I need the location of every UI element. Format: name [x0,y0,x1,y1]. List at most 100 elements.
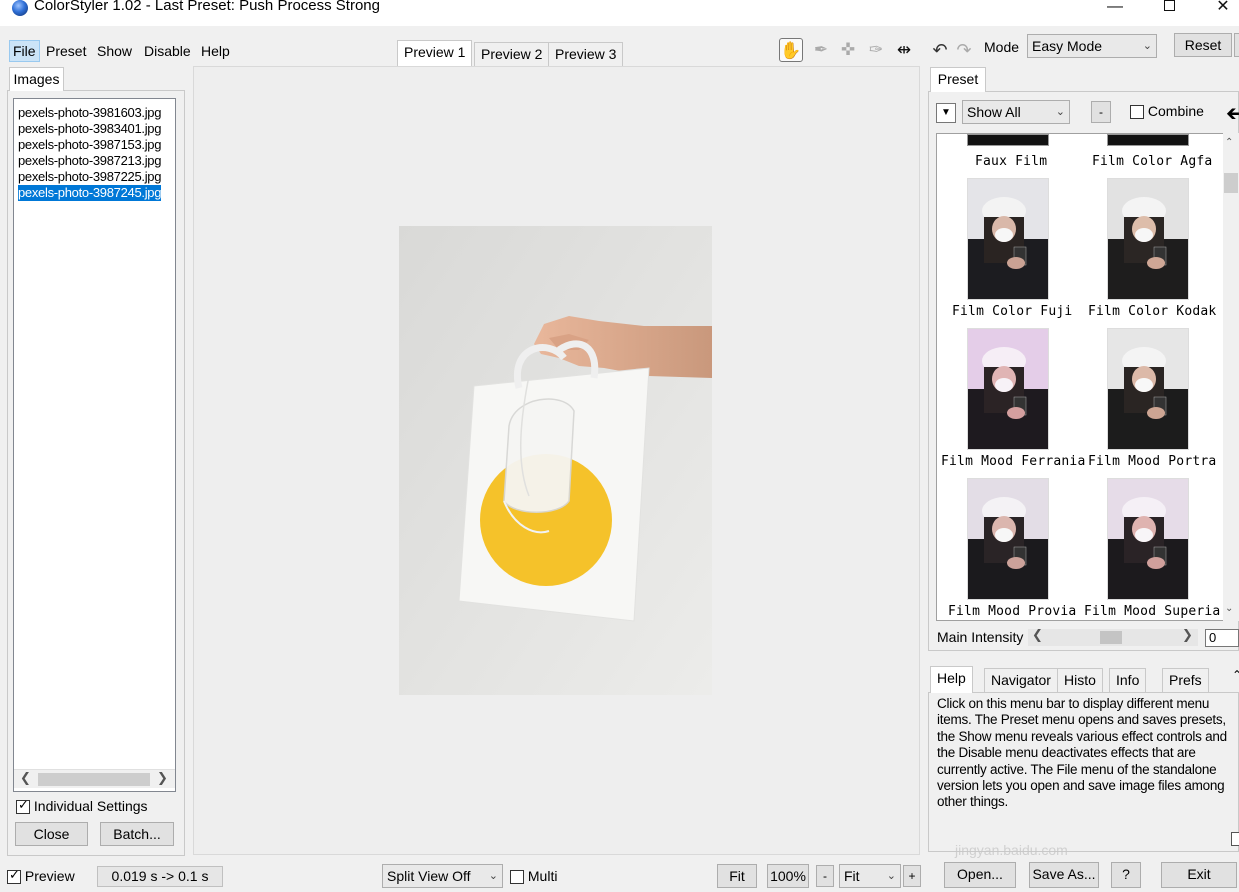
mode-select-value: Easy Mode [1032,38,1103,54]
individual-settings-label: Individual Settings [33,798,148,814]
split-view-icon[interactable]: ⇹ [892,38,916,62]
menu-show[interactable]: Show [94,40,135,62]
file-list-item[interactable]: pexels-photo-3981603.jpg [18,105,161,121]
person-thumbnail-icon [968,179,1048,299]
preview-checkbox-label: Preview [24,868,75,884]
preset-filter-select[interactable]: Show All ⌄ [962,100,1070,124]
file-list-item[interactable]: pexels-photo-3983401.jpg [18,121,161,137]
crosshair-icon[interactable]: ✜ [836,38,860,62]
zoom-in-button[interactable]: + [903,865,921,887]
mode-select[interactable]: Easy Mode ⌄ [1027,34,1157,58]
tab-navigator[interactable]: Navigator [984,668,1058,692]
tab-prefs[interactable]: Prefs [1162,668,1209,692]
preset-thumbnail[interactable] [1107,134,1189,146]
file-list-item[interactable]: pexels-photo-3987213.jpg [18,153,161,169]
exit-button[interactable]: Exit [1161,862,1237,888]
checkbox-icon [16,797,30,815]
tab-preview-1[interactable]: Preview 1 [397,40,473,67]
menu-file[interactable]: File [9,40,40,62]
zoom-out-button[interactable]: - [816,865,834,887]
scroll-thumb[interactable] [38,773,150,786]
file-list[interactable]: pexels-photo-3981603.jpg pexels-photo-39… [13,98,176,792]
person-thumbnail-icon [1108,329,1188,449]
tab-scroll-icon[interactable]: ⌃ [1232,668,1239,682]
undo-icon[interactable]: ↶ [928,38,952,62]
file-list-item[interactable]: pexels-photo-3987225.jpg [18,169,161,185]
combine-label: Combine [1147,103,1204,119]
baidu-watermark-url: jingyan.baidu.com [955,842,1068,858]
tab-help[interactable]: Help [930,666,973,693]
close-button[interactable]: Close [15,822,88,846]
zoom-100-button[interactable]: 100% [767,864,809,888]
preset-thumbnail[interactable] [967,178,1049,300]
brush-icon[interactable]: ✑ [864,38,888,62]
reset-button[interactable]: Reset [1174,33,1232,57]
preset-label[interactable]: Film Color Kodak [1088,304,1216,319]
minimize-button[interactable]: — [1092,0,1138,22]
multi-checkbox[interactable]: Multi [510,868,557,885]
eyedropper-icon[interactable]: ✒ [809,38,833,62]
scroll-thumb[interactable] [1224,173,1238,193]
horizontal-scrollbar[interactable]: ❮ ❯ [14,769,175,788]
zoom-select[interactable]: Fit ⌄ [839,864,901,888]
overflow-button[interactable] [1234,33,1239,57]
maximize-icon [1163,0,1175,11]
preset-thumbnail[interactable] [967,134,1049,146]
preset-menu-dropdown-icon[interactable]: ▼ [936,103,956,123]
preset-label[interactable]: Film Mood Ferrania [941,454,1085,469]
preset-label[interactable]: Film Mood Superia [1084,604,1220,619]
individual-settings-checkbox[interactable]: Individual Settings [16,797,148,815]
preset-thumbnail[interactable] [1107,328,1189,450]
corner-checkbox[interactable] [1231,832,1239,846]
person-thumbnail-icon [1108,479,1188,599]
slider-right-icon[interactable]: ❯ [1182,627,1193,643]
preview-checkbox[interactable]: Preview [7,867,75,885]
help-button[interactable]: ? [1111,862,1141,888]
preview-image [399,226,712,695]
tab-preview-3[interactable]: Preview 3 [548,42,624,66]
preset-label[interactable]: Faux Film [975,154,1047,169]
preset-thumbnail[interactable] [1107,478,1189,600]
collapse-button[interactable]: - [1091,101,1111,123]
scroll-down-icon[interactable]: ⌄ [1225,603,1233,614]
open-button[interactable]: Open... [944,862,1016,888]
scroll-right-icon[interactable]: ❯ [157,770,168,786]
save-as-button[interactable]: Save As... [1029,862,1099,888]
file-list-item-selected[interactable]: pexels-photo-3987245.jpg [16,184,163,202]
tab-preset[interactable]: Preset [930,67,986,92]
fit-button[interactable]: Fit [717,864,757,888]
maximize-button[interactable] [1146,0,1192,22]
hand-tool-icon[interactable]: ✋ [779,38,803,62]
menu-disable[interactable]: Disable [141,40,194,62]
close-window-button[interactable]: ✕ [1200,0,1239,22]
scroll-up-icon[interactable]: ⌃ [1225,137,1233,148]
split-view-select[interactable]: Split View Off ⌄ [382,864,503,888]
menu-help[interactable]: Help [198,40,233,62]
preset-label[interactable]: Film Mood Portra [1088,454,1216,469]
main-intensity-input[interactable]: 0 [1205,629,1239,647]
preset-gallery[interactable]: Faux Film Film Color Agfa Film Color Fuj… [936,133,1225,621]
tab-images[interactable]: Images [9,67,64,91]
combine-checkbox[interactable]: Combine [1130,103,1204,120]
preset-label[interactable]: Film Color Fuji [952,304,1072,319]
batch-button[interactable]: Batch... [100,822,174,846]
window-title: ColorStyler 1.02 - Last Preset: Push Pro… [34,0,380,14]
back-arrow-icon[interactable]: 🡸 [1226,101,1239,130]
tab-info[interactable]: Info [1109,668,1147,692]
vertical-scrollbar[interactable]: ⌃ ⌄ [1223,133,1239,621]
slider-left-icon[interactable]: ❮ [1032,627,1043,643]
scroll-left-icon[interactable]: ❮ [20,770,31,786]
preset-thumbnail[interactable] [1107,178,1189,300]
redo-icon[interactable]: ↷ [952,38,976,62]
preset-label[interactable]: Film Color Agfa [1092,154,1212,169]
menu-preset[interactable]: Preset [43,40,89,62]
main-intensity-slider[interactable]: ❮ ❯ [1028,627,1198,646]
file-list-item[interactable]: pexels-photo-3987153.jpg [18,137,161,153]
tab-preview-2[interactable]: Preview 2 [474,42,550,66]
slider-thumb[interactable] [1100,631,1122,644]
preset-thumbnail[interactable] [967,328,1049,450]
tab-histo[interactable]: Histo [1057,668,1103,692]
preset-thumbnail[interactable] [967,478,1049,600]
chevron-down-icon: ⌄ [488,870,498,882]
preset-label[interactable]: Film Mood Provia [948,604,1076,619]
